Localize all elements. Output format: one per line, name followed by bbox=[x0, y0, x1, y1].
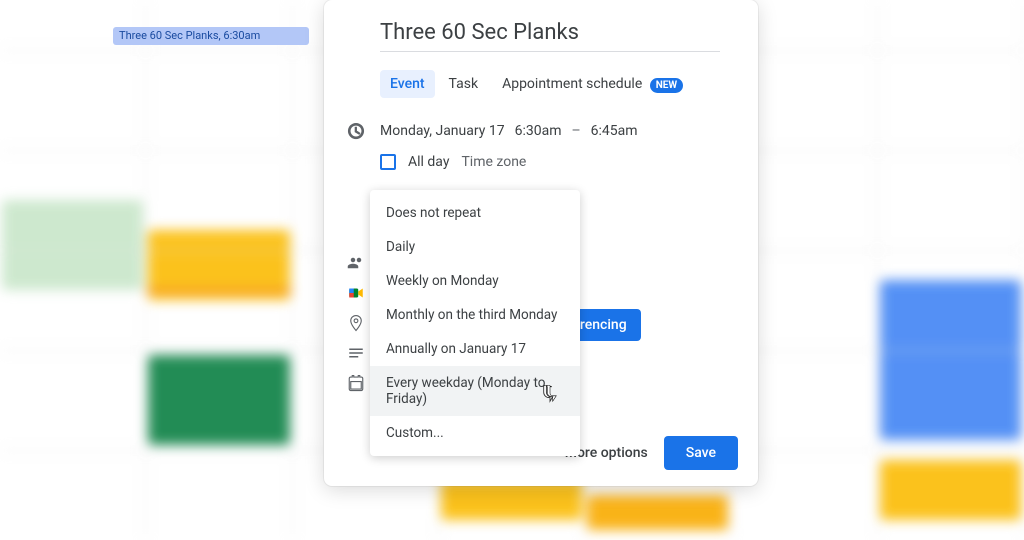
calendar-icon bbox=[346, 373, 366, 393]
description-icon bbox=[346, 343, 366, 363]
tab-appointment-label: Appointment schedule bbox=[502, 76, 642, 92]
clock-icon bbox=[346, 121, 366, 141]
recurrence-option-annually[interactable]: Annually on January 17 bbox=[370, 332, 580, 366]
recurrence-option-custom[interactable]: Custom... bbox=[370, 416, 580, 450]
tab-appointment[interactable]: Appointment schedule NEW bbox=[492, 70, 693, 98]
new-badge: NEW bbox=[650, 78, 683, 93]
calendar-event-chip[interactable]: Three 60 Sec Planks, 6:30am bbox=[113, 27, 309, 45]
time-zone-link[interactable]: Time zone bbox=[461, 154, 526, 170]
event-title[interactable]: Three 60 Sec Planks bbox=[380, 20, 720, 52]
recurrence-option-daily[interactable]: Daily bbox=[370, 230, 580, 264]
recurrence-option-weekly[interactable]: Weekly on Monday bbox=[370, 264, 580, 298]
time-separator: – bbox=[571, 123, 580, 139]
recurrence-dropdown: Does not repeat Daily Weekly on Monday M… bbox=[370, 190, 580, 456]
recurrence-option-monthly[interactable]: Monthly on the third Monday bbox=[370, 298, 580, 332]
event-type-tabs: Event Task Appointment schedule NEW bbox=[324, 52, 758, 116]
location-icon bbox=[346, 313, 366, 333]
save-button[interactable]: Save bbox=[664, 436, 738, 470]
tab-task[interactable]: Task bbox=[439, 70, 489, 98]
event-date[interactable]: Monday, January 17 bbox=[380, 123, 505, 139]
tab-event[interactable]: Event bbox=[380, 70, 435, 98]
all-day-label: All day bbox=[408, 154, 449, 170]
recurrence-option-none[interactable]: Does not repeat bbox=[370, 196, 580, 230]
meet-icon bbox=[346, 283, 366, 303]
people-icon bbox=[346, 253, 366, 273]
all-day-checkbox[interactable] bbox=[380, 154, 396, 170]
date-time-row[interactable]: Monday, January 17 6:30am – 6:45am bbox=[324, 116, 758, 146]
event-start-time[interactable]: 6:30am bbox=[515, 123, 562, 139]
event-end-time[interactable]: 6:45am bbox=[591, 123, 638, 139]
cursor-icon bbox=[541, 385, 559, 407]
